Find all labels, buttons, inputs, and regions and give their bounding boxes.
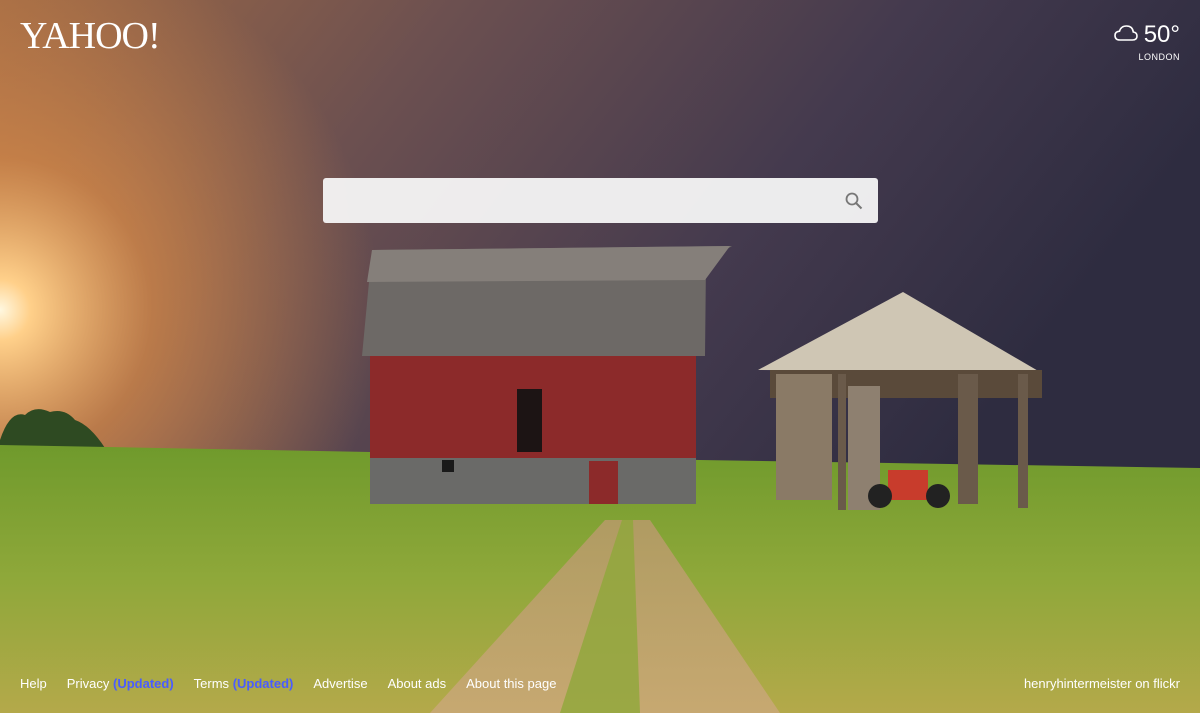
yahoo-logo[interactable]: YAHOO! [20,14,161,58]
privacy-updated-badge[interactable]: (Updated) [113,676,174,691]
footer-links: Help Privacy (Updated) Terms (Updated) A… [20,676,556,691]
about-ads-link[interactable]: About ads [388,676,447,691]
footer: Help Privacy (Updated) Terms (Updated) A… [0,676,1200,696]
search-input[interactable] [337,178,841,225]
photo-credit-link[interactable]: henryhintermeister on flickr [1024,676,1180,691]
help-link[interactable]: Help [20,676,47,691]
privacy-link-group: Privacy (Updated) [67,676,174,691]
search-box [323,178,878,225]
weather-city: LONDON [1138,52,1180,62]
cloud-icon [1113,24,1138,47]
terms-link[interactable]: Terms [194,676,229,691]
background-photo [0,0,1200,713]
about-page-link[interactable]: About this page [466,676,556,691]
terms-updated-badge[interactable]: (Updated) [233,676,294,691]
weather-temperature: 50° [1143,21,1180,48]
terms-link-group: Terms (Updated) [194,676,294,691]
weather-widget[interactable]: 50° LONDON [1113,21,1180,62]
privacy-link[interactable]: Privacy [67,676,110,691]
advertise-link[interactable]: Advertise [313,676,367,691]
search-icon[interactable] [844,191,864,211]
